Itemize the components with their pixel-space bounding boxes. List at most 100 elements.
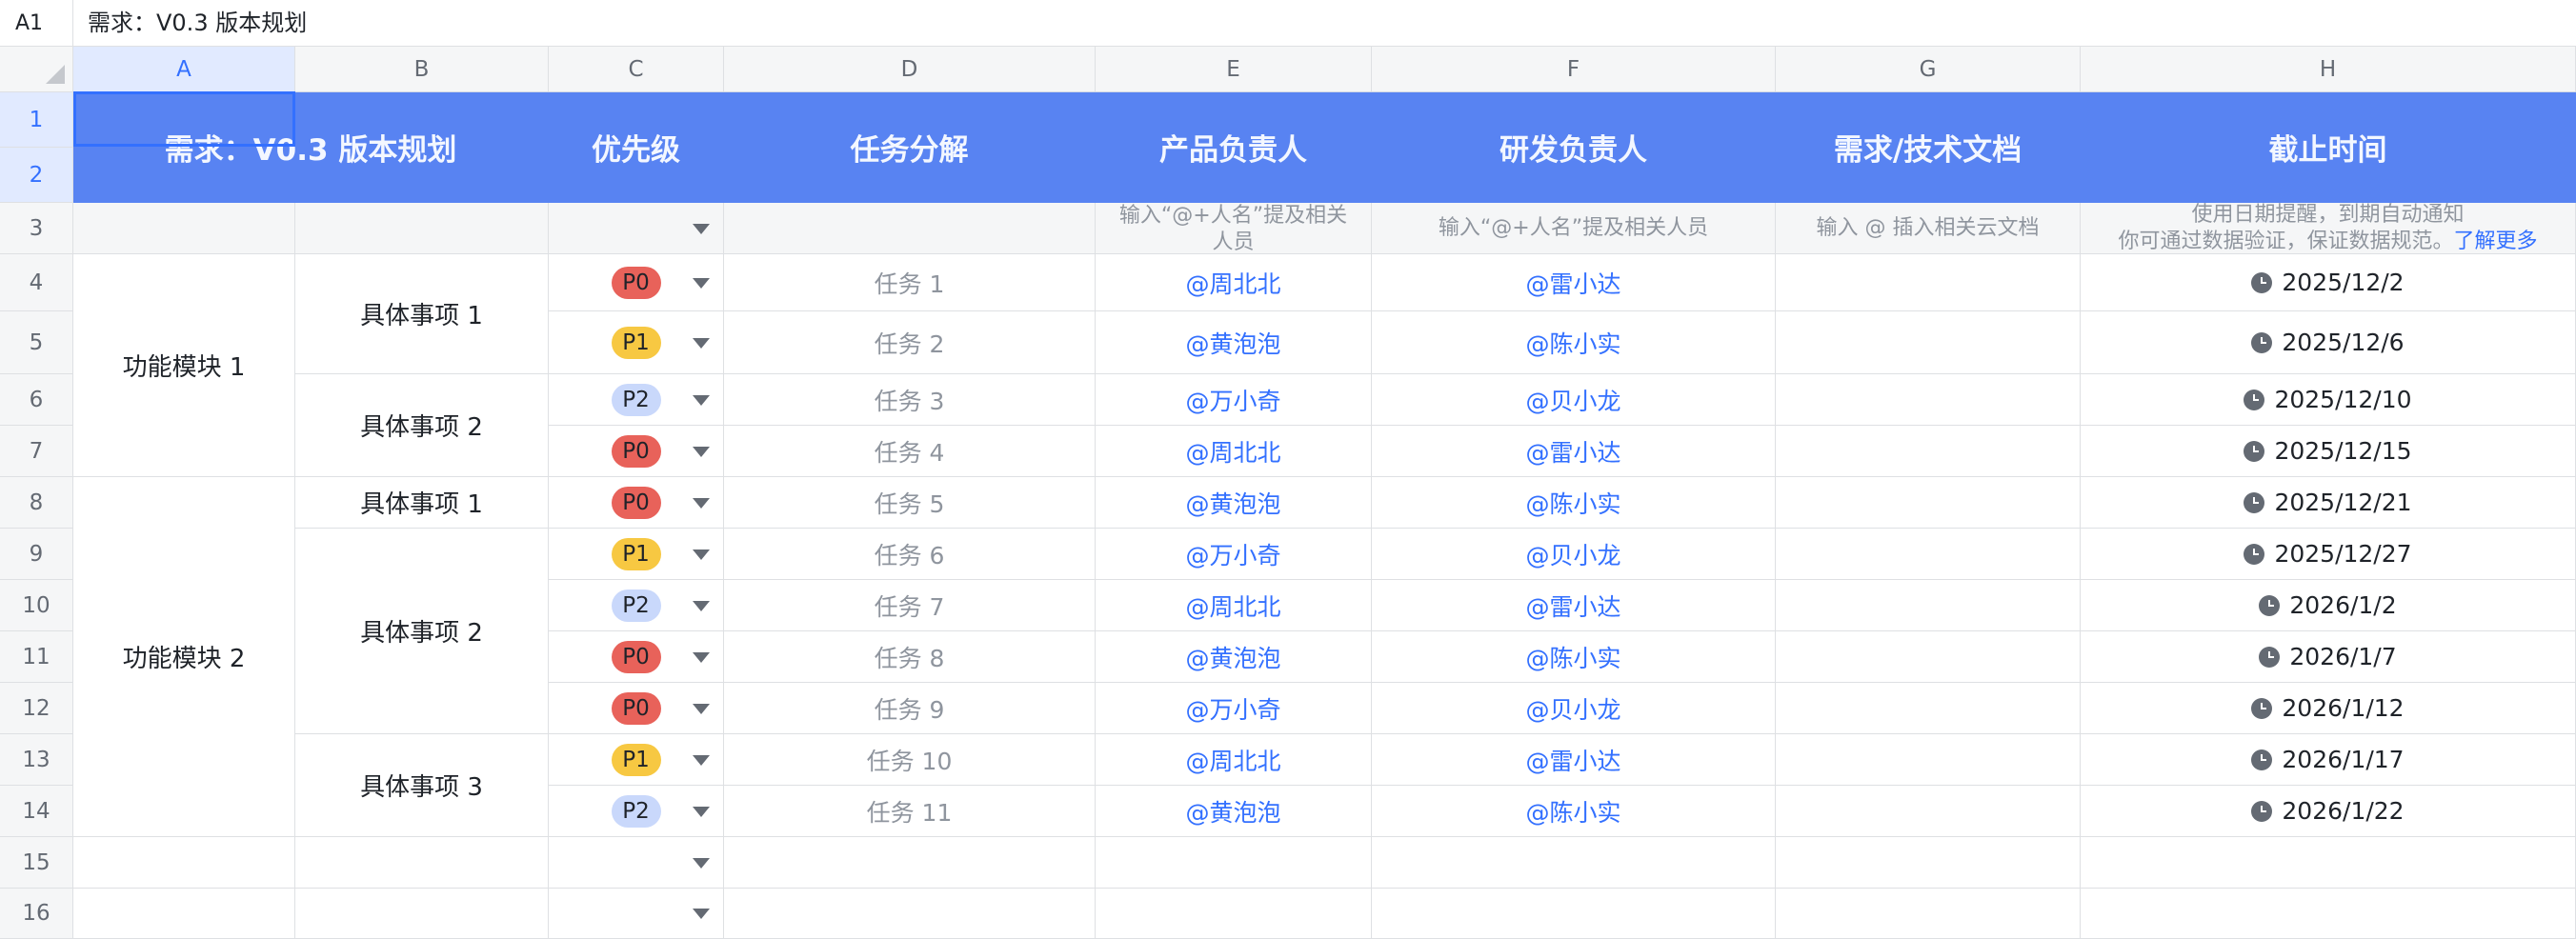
hint-cell-deadline[interactable]: 使用日期提醒，到期自动通知 你可通过数据验证，保证数据规范。了解更多 [2081,203,2576,254]
doc-cell[interactable] [1776,631,2081,683]
empty-cell[interactable] [1372,837,1776,889]
deadline-cell[interactable]: 2025/12/6 [2081,311,2576,374]
row-header-9[interactable]: 9 [0,529,73,580]
column-header-a[interactable]: A [73,47,295,92]
row-header-13[interactable]: 13 [0,734,73,786]
item-cell-3[interactable]: 具体事项 1 [295,477,549,529]
task-cell[interactable]: 任务 9 [724,683,1096,734]
pm-mention-cell[interactable]: @周北北 [1096,580,1372,631]
dropdown-arrow-icon[interactable] [693,549,710,560]
dev-mention-cell[interactable]: @陈小实 [1372,631,1776,683]
hint-cell-b[interactable] [295,203,549,254]
empty-cell[interactable] [1096,889,1372,939]
priority-cell[interactable]: P2 [549,580,724,631]
priority-cell[interactable]: P0 [549,254,724,311]
empty-cell[interactable] [1776,837,2081,889]
dropdown-arrow-icon[interactable] [693,277,710,289]
row-header-3[interactable]: 3 [0,203,73,254]
priority-cell-empty[interactable] [549,837,724,889]
module-cell-1[interactable]: 功能模块 1 [73,254,295,477]
pm-mention-cell[interactable]: @万小奇 [1096,529,1372,580]
module-cell-2[interactable]: 功能模块 2 [73,477,295,837]
doc-cell[interactable] [1776,529,2081,580]
doc-cell[interactable] [1776,374,2081,426]
dropdown-arrow-icon[interactable] [693,857,710,869]
row-header-6[interactable]: 6 [0,374,73,426]
header-pm-cell[interactable]: 产品负责人 [1096,92,1372,203]
deadline-cell[interactable]: 2026/1/12 [2081,683,2576,734]
row-header-11[interactable]: 11 [0,631,73,683]
pm-mention-cell[interactable]: @黄泡泡 [1096,477,1372,529]
empty-cell[interactable] [1096,837,1372,889]
doc-cell[interactable] [1776,311,2081,374]
deadline-cell[interactable]: 2026/1/2 [2081,580,2576,631]
row-header-14[interactable]: 14 [0,786,73,837]
dropdown-arrow-icon[interactable] [693,600,710,611]
item-cell-5[interactable]: 具体事项 3 [295,734,549,837]
priority-cell[interactable]: P1 [549,529,724,580]
empty-cell[interactable] [2081,889,2576,939]
dropdown-arrow-icon[interactable] [693,497,710,509]
item-cell-2[interactable]: 具体事项 2 [295,374,549,477]
pm-mention-cell[interactable]: @周北北 [1096,254,1372,311]
header-doc-cell[interactable]: 需求/技术文档 [1776,92,2081,203]
dev-mention-cell[interactable]: @雷小达 [1372,426,1776,477]
dev-mention-cell[interactable]: @陈小实 [1372,311,1776,374]
empty-cell[interactable] [295,837,549,889]
dev-mention-cell[interactable]: @陈小实 [1372,786,1776,837]
empty-cell[interactable] [1372,889,1776,939]
task-cell[interactable]: 任务 6 [724,529,1096,580]
priority-cell[interactable]: P1 [549,734,724,786]
priority-cell[interactable]: P0 [549,477,724,529]
hint-cell-c[interactable] [549,203,724,254]
column-header-d[interactable]: D [724,47,1096,92]
pm-mention-cell[interactable]: @周北北 [1096,426,1372,477]
deadline-cell[interactable]: 2026/1/7 [2081,631,2576,683]
task-cell[interactable]: 任务 5 [724,477,1096,529]
deadline-cell[interactable]: 2025/12/10 [2081,374,2576,426]
deadline-cell[interactable]: 2025/12/27 [2081,529,2576,580]
dev-mention-cell[interactable]: @贝小龙 [1372,374,1776,426]
doc-cell[interactable] [1776,580,2081,631]
row-header-12[interactable]: 12 [0,683,73,734]
row-header-7[interactable]: 7 [0,426,73,477]
priority-cell[interactable]: P0 [549,683,724,734]
dropdown-arrow-icon[interactable] [693,909,710,919]
column-header-c[interactable]: C [549,47,724,92]
row-header-5[interactable]: 5 [0,311,73,374]
column-header-f[interactable]: F [1372,47,1776,92]
dev-mention-cell[interactable]: @雷小达 [1372,580,1776,631]
header-title-cell[interactable]: 需求：V0.3 版本规划 [73,92,549,203]
row-header-1[interactable]: 1 [0,92,73,148]
dev-mention-cell[interactable]: @陈小实 [1372,477,1776,529]
priority-cell[interactable]: P0 [549,631,724,683]
task-cell[interactable]: 任务 7 [724,580,1096,631]
pm-mention-cell[interactable]: @黄泡泡 [1096,631,1372,683]
dropdown-arrow-icon[interactable] [693,337,710,349]
doc-cell[interactable] [1776,683,2081,734]
dev-mention-cell[interactable]: @雷小达 [1372,734,1776,786]
column-header-e[interactable]: E [1096,47,1372,92]
hint-cell-d[interactable] [724,203,1096,254]
row-header-4[interactable]: 4 [0,254,73,311]
dropdown-arrow-icon[interactable] [693,754,710,766]
cell-reference-box[interactable]: A1 [0,0,73,47]
doc-cell[interactable] [1776,734,2081,786]
task-cell[interactable]: 任务 4 [724,426,1096,477]
header-priority-cell[interactable]: 优先级 [549,92,724,203]
header-dev-cell[interactable]: 研发负责人 [1372,92,1776,203]
pm-mention-cell[interactable]: @万小奇 [1096,374,1372,426]
dropdown-arrow-icon[interactable] [693,703,710,714]
task-cell[interactable]: 任务 2 [724,311,1096,374]
priority-cell-empty[interactable] [549,889,724,939]
formula-input[interactable]: 需求：V0.3 版本规划 [88,0,307,47]
priority-cell[interactable]: P2 [549,786,724,837]
column-header-b[interactable]: B [295,47,549,92]
item-cell-1[interactable]: 具体事项 1 [295,254,549,374]
dropdown-arrow-icon[interactable] [693,446,710,457]
priority-cell[interactable]: P1 [549,311,724,374]
dropdown-arrow-icon[interactable] [693,806,710,817]
row-header-15[interactable]: 15 [0,837,73,889]
deadline-cell[interactable]: 2025/12/2 [2081,254,2576,311]
dropdown-arrow-icon[interactable] [693,223,710,234]
